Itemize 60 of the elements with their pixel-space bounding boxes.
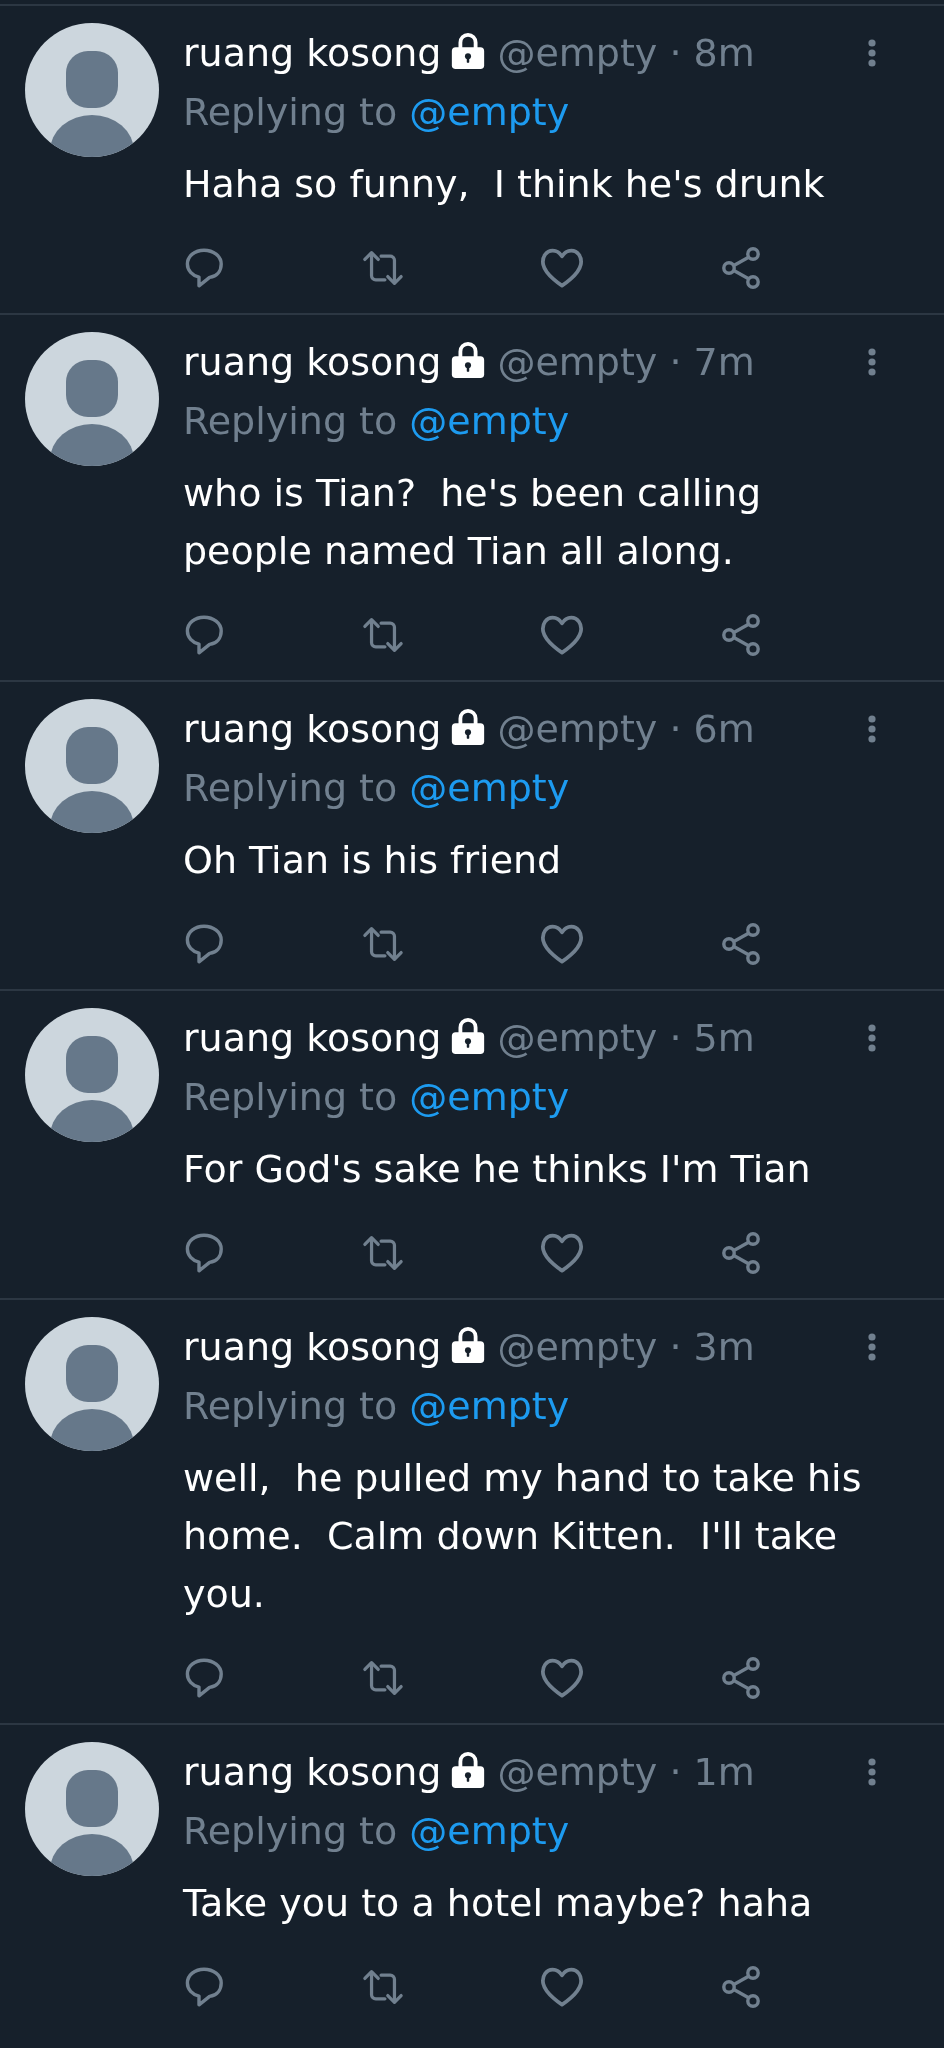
more-icon[interactable] — [867, 1024, 877, 1052]
handle-and-time: @empty · 3m — [497, 1324, 755, 1371]
replying-to-label: Replying to — [183, 1075, 398, 1119]
mention-link[interactable]: @empty — [409, 1809, 570, 1853]
more-icon[interactable] — [867, 348, 877, 376]
comment-icon[interactable] — [183, 1657, 225, 1699]
comment-icon[interactable] — [183, 1232, 225, 1274]
share-icon[interactable] — [720, 1657, 762, 1699]
tweet-text: Haha so funny, I think he's drunk — [183, 161, 826, 208]
mention-link[interactable]: @empty — [409, 399, 570, 443]
replying-to-label: Replying to — [183, 1809, 398, 1853]
avatar-icon[interactable] — [25, 699, 159, 833]
tweet-text: well, he pulled my hand to take his home. Calm down Kitten. I'll take you. — [183, 1455, 863, 1618]
share-icon[interactable] — [720, 923, 762, 965]
tweet-text: For God's sake he thinks I'm Tian — [183, 1146, 812, 1193]
comment-icon[interactable] — [183, 614, 225, 656]
heart-icon[interactable] — [541, 923, 583, 965]
replying-to-label: Replying to — [183, 90, 398, 134]
comment-icon[interactable] — [183, 247, 225, 289]
mention-link[interactable]: @empty — [409, 90, 570, 134]
heart-icon[interactable] — [541, 614, 583, 656]
more-icon[interactable] — [867, 39, 877, 67]
avatar-icon[interactable] — [25, 1317, 159, 1451]
more-icon[interactable] — [867, 715, 877, 743]
tweet-text: Oh Tian is his friend — [183, 837, 563, 884]
handle-and-time: @empty · 8m — [497, 30, 755, 77]
avatar-icon[interactable] — [25, 23, 159, 157]
heart-icon[interactable] — [541, 247, 583, 289]
avatar-icon[interactable] — [25, 332, 159, 466]
heart-icon[interactable] — [541, 1232, 583, 1274]
more-icon[interactable] — [867, 1333, 877, 1361]
heart-icon[interactable] — [541, 1657, 583, 1699]
comment-icon[interactable] — [183, 923, 225, 965]
handle-and-time: @empty · 7m — [497, 339, 755, 386]
avatar-icon[interactable] — [25, 1008, 159, 1142]
comment-icon[interactable] — [183, 1966, 225, 2008]
display-name: ruang kosong — [183, 339, 442, 386]
handle-and-time: @empty · 6m — [497, 706, 755, 753]
more-icon[interactable] — [867, 1758, 877, 1786]
display-name: ruang kosong — [183, 1015, 442, 1062]
handle-and-time: @empty · 1m — [497, 1749, 755, 1796]
display-name: ruang kosong — [183, 30, 442, 77]
share-icon[interactable] — [720, 1232, 762, 1274]
replying-to-label: Replying to — [183, 1384, 398, 1428]
display-name: ruang kosong — [183, 706, 442, 753]
share-icon[interactable] — [720, 1966, 762, 2008]
replying-to-label: Replying to — [183, 766, 398, 810]
display-name: ruang kosong — [183, 1324, 442, 1371]
share-icon[interactable] — [720, 247, 762, 289]
mention-link[interactable]: @empty — [409, 1075, 570, 1119]
mention-link[interactable]: @empty — [409, 1384, 570, 1428]
share-icon[interactable] — [720, 614, 762, 656]
display-name: ruang kosong — [183, 1749, 442, 1796]
handle-and-time: @empty · 5m — [497, 1015, 755, 1062]
tweet-text: Take you to a hotel maybe? haha — [183, 1880, 814, 1927]
avatar-icon[interactable] — [25, 1742, 159, 1876]
heart-icon[interactable] — [541, 1966, 583, 2008]
tweet-text: who is Tian? he's been calling people named Tian all along. — [183, 470, 763, 575]
mention-link[interactable]: @empty — [409, 766, 570, 810]
replying-to-label: Replying to — [183, 399, 398, 443]
